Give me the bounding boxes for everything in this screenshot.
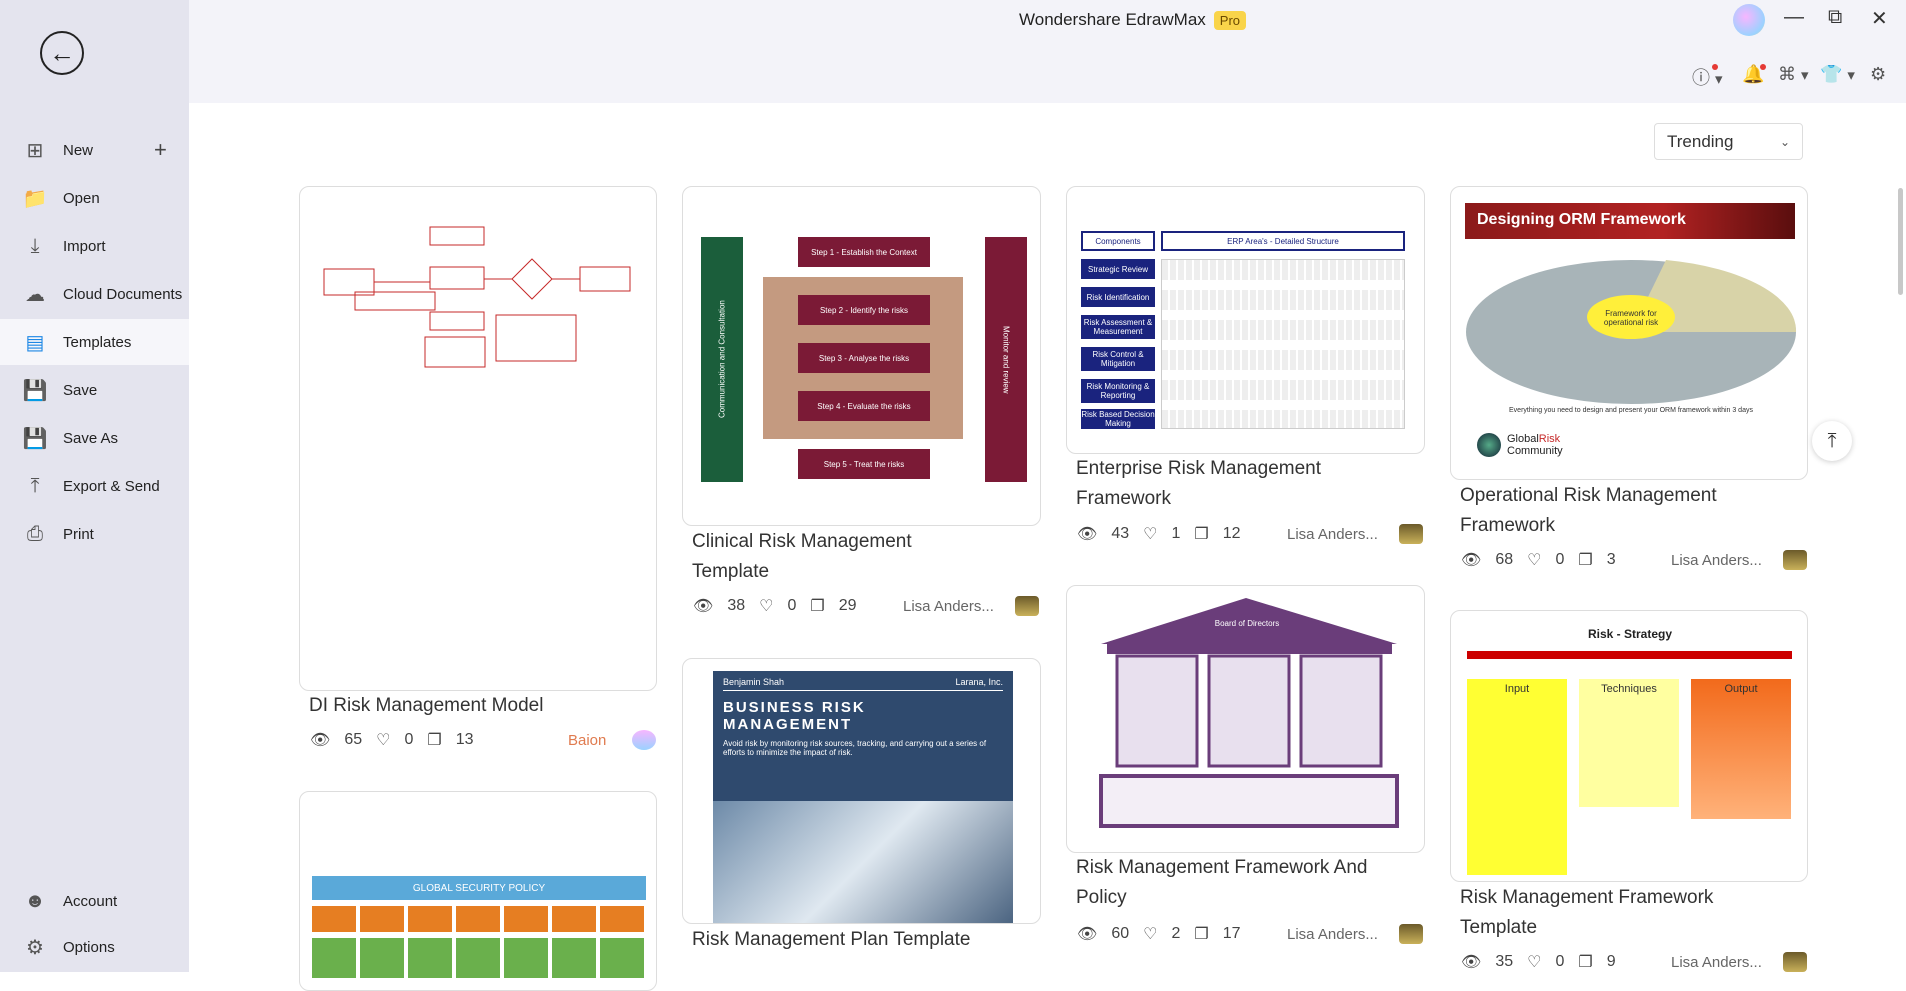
author-name[interactable]: Lisa Anders... — [1287, 526, 1378, 543]
card-stats: 👁 60 ♡ 2 ❐ 17 Lisa Anders... — [1077, 924, 1435, 944]
card-stats: 👁 43 ♡ 1 ❐ 12 Lisa Anders... — [1077, 524, 1435, 544]
sidebar-item-save[interactable]: 💾 Save — [0, 367, 189, 413]
author-avatar — [1015, 596, 1039, 616]
card-stats: 👁 68 ♡ 0 ❐ 3 Lisa Anders... — [1461, 550, 1819, 570]
card-stats: 👁 35 ♡ 0 ❐ 9 Lisa Anders... — [1461, 952, 1819, 972]
app-title: Wondershare EdrawMax Pro — [1019, 10, 1247, 30]
author-name[interactable]: Baion — [568, 732, 606, 749]
copy-icon: ❐ — [1578, 954, 1593, 971]
back-button[interactable]: ← — [40, 31, 84, 75]
gear-icon: ⚙ — [26, 936, 44, 959]
sidebar-item-options[interactable]: ⚙ Options — [0, 924, 189, 970]
author-name[interactable]: Lisa Anders... — [1287, 926, 1378, 943]
cloud-icon: ☁ — [25, 283, 45, 306]
template-card-di-risk[interactable] — [299, 186, 657, 691]
sidebar-item-import[interactable]: ⤓ Import — [0, 223, 189, 269]
template-card-security-policy[interactable]: GLOBAL SECURITY POLICY — [299, 791, 657, 991]
sidebar-item-new[interactable]: ⊞ New + — [0, 127, 189, 173]
chevron-down-icon: ⌄ — [1779, 134, 1790, 149]
add-icon[interactable]: + — [154, 137, 167, 163]
user-avatar[interactable] — [1733, 4, 1765, 36]
views-icon: 👁 — [693, 598, 714, 615]
pro-badge: Pro — [1213, 10, 1247, 30]
arrow-up-icon: ⤒ — [1827, 429, 1837, 452]
heart-icon: ♡ — [1527, 552, 1542, 569]
settings-icon[interactable]: ⚙ — [1870, 64, 1886, 85]
restore-icon[interactable]: ⧉ — [1828, 6, 1842, 29]
thumbnail-title: GLOBAL SECURITY POLICY — [312, 876, 646, 900]
author-name[interactable]: Lisa Anders... — [903, 598, 994, 615]
copy-icon: ❐ — [1578, 552, 1593, 569]
template-card-clinical-risk[interactable]: Communication and Consultation Monitor a… — [682, 186, 1041, 526]
author-avatar — [1783, 550, 1807, 570]
card-title[interactable]: Risk Management Framework And Policy — [1076, 853, 1396, 913]
card-title[interactable]: Clinical Risk Management Template — [692, 527, 992, 587]
minimize-icon[interactable]: — — [1784, 6, 1804, 29]
card-title[interactable]: Operational Risk Management Framework — [1460, 481, 1780, 541]
views-icon: 👁 — [1077, 926, 1098, 943]
copy-icon: ❐ — [810, 598, 825, 615]
author-avatar — [632, 730, 656, 750]
folder-icon: 📁 — [22, 187, 48, 210]
thumbnail — [300, 187, 656, 690]
copy-icon: ❐ — [1194, 526, 1209, 543]
card-stats: 👁 38 ♡ 0 ❐ 29 Lisa Anders... — [693, 596, 1051, 616]
heart-icon: ♡ — [759, 598, 774, 615]
import-icon: ⤓ — [30, 234, 40, 257]
sidebar-item-save-as[interactable]: 💾 Save As — [0, 415, 189, 461]
views-icon: 👁 — [1077, 526, 1098, 543]
copy-icon: ❐ — [1194, 926, 1209, 943]
heart-icon: ♡ — [1527, 954, 1542, 971]
template-card-enterprise-risk[interactable]: Components ERP Area's - Detailed Structu… — [1066, 186, 1425, 454]
sidebar-item-cloud-documents[interactable]: ☁ Cloud Documents — [0, 271, 189, 317]
plus-square-icon: ⊞ — [26, 139, 44, 162]
copy-icon: ❐ — [427, 732, 442, 749]
globe-logo — [1477, 433, 1501, 457]
top-bar: Wondershare EdrawMax Pro — [189, 0, 1906, 103]
sidebar-item-print[interactable]: ⎙ Print — [0, 511, 189, 557]
template-card-operational-risk[interactable]: Designing ORM Framework Framework for op… — [1450, 186, 1808, 480]
card-title[interactable]: Enterprise Risk Management Framework — [1076, 454, 1396, 514]
views-icon: 👁 — [1461, 954, 1482, 971]
author-name[interactable]: Lisa Anders... — [1671, 552, 1762, 569]
card-title[interactable]: DI Risk Management Model — [309, 691, 669, 721]
views-icon: 👁 — [1461, 552, 1482, 569]
views-icon: 👁 — [310, 732, 331, 749]
theme-shirt-icon[interactable]: 👕 ▾ — [1820, 64, 1855, 85]
apps-icon[interactable]: ⌘ ▾ — [1778, 64, 1809, 85]
card-stats: 👁 65 ♡ 0 ❐ 13 Baion — [310, 730, 668, 750]
help-icon[interactable]: ⓘ ▾ — [1692, 64, 1723, 90]
save-icon: 💾 — [22, 379, 48, 402]
account-icon: ☻ — [24, 889, 46, 912]
author-avatar — [1399, 924, 1423, 944]
sidebar: ← ⊞ New + 📁 Open ⤓ Import ☁ Cloud Documents ▤… — [0, 0, 189, 972]
scroll-to-top-button[interactable]: ⤒ — [1812, 421, 1852, 461]
card-title[interactable]: Risk Management Plan Template — [692, 925, 1052, 955]
template-card-framework-template[interactable]: Risk - Strategy Input Techniques Output — [1450, 610, 1808, 882]
template-card-framework-policy[interactable]: Board of Directors — [1066, 585, 1425, 853]
sidebar-item-open[interactable]: 📁 Open — [0, 175, 189, 221]
templates-icon: ▤ — [25, 331, 45, 354]
card-title[interactable]: Risk Management Framework Template — [1460, 883, 1780, 943]
author-avatar — [1783, 952, 1807, 972]
sort-dropdown[interactable]: Trending ⌄ — [1654, 123, 1803, 160]
save-as-icon: 💾 — [22, 427, 48, 450]
heart-icon: ♡ — [1143, 526, 1158, 543]
scrollbar[interactable] — [1898, 188, 1903, 295]
heart-icon: ♡ — [1143, 926, 1158, 943]
sidebar-item-export-send[interactable]: ⤒ Export & Send — [0, 463, 189, 509]
close-icon[interactable]: ✕ — [1871, 6, 1888, 31]
heart-icon: ♡ — [376, 732, 391, 749]
template-card-risk-plan[interactable]: Benjamin Shah Larana, Inc. BUSINESS RISK … — [682, 658, 1041, 924]
sidebar-item-account[interactable]: ☻ Account — [0, 878, 189, 924]
author-avatar — [1399, 524, 1423, 544]
arrow-left-icon: ← — [49, 37, 75, 68]
export-icon: ⤒ — [30, 474, 40, 497]
author-name[interactable]: Lisa Anders... — [1671, 954, 1762, 971]
print-icon: ⎙ — [27, 522, 43, 545]
sidebar-item-templates[interactable]: ▤ Templates — [0, 319, 189, 365]
